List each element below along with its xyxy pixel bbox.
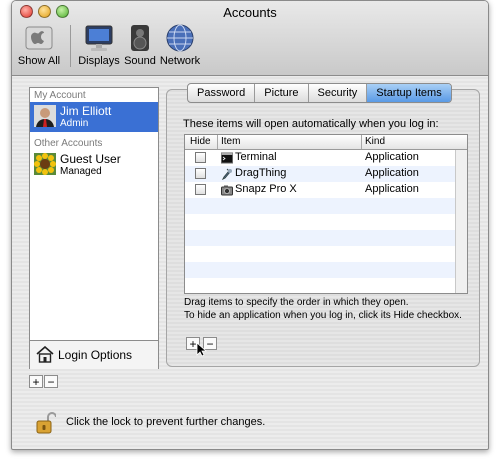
my-account-header: My Account: [34, 90, 86, 101]
user-avatar: [34, 105, 56, 127]
table-row[interactable]: DragThing Application: [185, 166, 455, 182]
account-name: Jim Elliott: [60, 104, 112, 118]
vertical-scrollbar[interactable]: [455, 150, 467, 293]
toolbar-label: Show All: [17, 55, 61, 67]
item-kind: Application: [365, 167, 419, 179]
snapz-icon: [221, 185, 233, 196]
column-header-hide[interactable]: Hide: [190, 136, 211, 147]
toolbar-separator: [70, 25, 71, 67]
item-name: Snapz Pro X: [235, 183, 297, 195]
tab-password[interactable]: Password: [188, 84, 256, 102]
sunflower-icon: [34, 153, 56, 175]
house-icon: [36, 346, 54, 363]
hide-checkbox[interactable]: [195, 184, 206, 195]
lock-instruction: Click the lock to prevent further change…: [66, 416, 266, 428]
remove-account-button[interactable]: −: [44, 375, 58, 388]
item-kind: Application: [365, 183, 419, 195]
accounts-window: Accounts Show All Displays Sound Network…: [11, 0, 489, 450]
hide-checkbox[interactable]: [195, 152, 206, 163]
startup-heading: These items will open automatically when…: [183, 118, 439, 130]
tab-security[interactable]: Security: [309, 84, 368, 102]
add-account-button[interactable]: +: [29, 375, 43, 388]
speaker-icon: [123, 23, 157, 53]
account-role: Managed: [60, 166, 102, 177]
hide-hint: To hide an application when you log in, …: [184, 310, 462, 321]
terminal-icon: [221, 152, 233, 164]
display-icon: [82, 23, 116, 53]
table-row[interactable]: Terminal Application: [185, 150, 455, 166]
account-role: Admin: [60, 118, 89, 129]
table-header: Hide Item Kind: [185, 135, 467, 150]
dragthing-icon: [221, 168, 232, 180]
order-hint: Drag items to specify the order in which…: [184, 297, 409, 308]
login-options-label: Login Options: [58, 348, 133, 362]
tab-bar: Password Picture Security Startup Items: [187, 83, 452, 103]
toolbar-label: Displays: [78, 55, 120, 67]
other-accounts-header: Other Accounts: [34, 138, 103, 149]
startup-items-table[interactable]: Hide Item Kind Terminal Application Drag…: [184, 134, 468, 294]
account-item-jim-elliott[interactable]: Jim Elliott Admin: [30, 102, 158, 132]
accounts-list: My Account Jim Elliott Admin Other Accou…: [29, 87, 159, 369]
toolbar-label: Network: [159, 55, 201, 67]
toolbar-label: Sound: [124, 55, 156, 67]
item-name: Terminal: [235, 151, 277, 163]
hide-checkbox[interactable]: [195, 168, 206, 179]
table-row[interactable]: Snapz Pro X Application: [185, 182, 455, 198]
column-header-item[interactable]: Item: [221, 136, 240, 147]
lock-icon[interactable]: [36, 411, 56, 435]
tab-picture[interactable]: Picture: [255, 84, 309, 102]
account-item-guest-user[interactable]: Guest User Managed: [30, 150, 158, 180]
window-title: Accounts: [223, 5, 277, 20]
toolbar-show-all[interactable]: Show All: [17, 23, 61, 67]
item-kind: Application: [365, 151, 419, 163]
toolbar-network[interactable]: Network: [158, 23, 202, 67]
column-header-kind[interactable]: Kind: [365, 136, 385, 147]
tab-startup-items[interactable]: Startup Items: [367, 84, 451, 102]
account-name: Guest User: [60, 152, 121, 166]
item-name: DragThing: [235, 167, 287, 179]
login-options-item[interactable]: Login Options: [30, 340, 158, 369]
mouse-cursor-icon: [196, 342, 207, 357]
toolbar-sound[interactable]: Sound: [120, 23, 160, 67]
toolbar-displays[interactable]: Displays: [77, 23, 121, 67]
apple-icon: [22, 23, 56, 53]
title-bar: Accounts Show All Displays Sound Network: [12, 1, 488, 76]
globe-icon: [163, 23, 197, 53]
